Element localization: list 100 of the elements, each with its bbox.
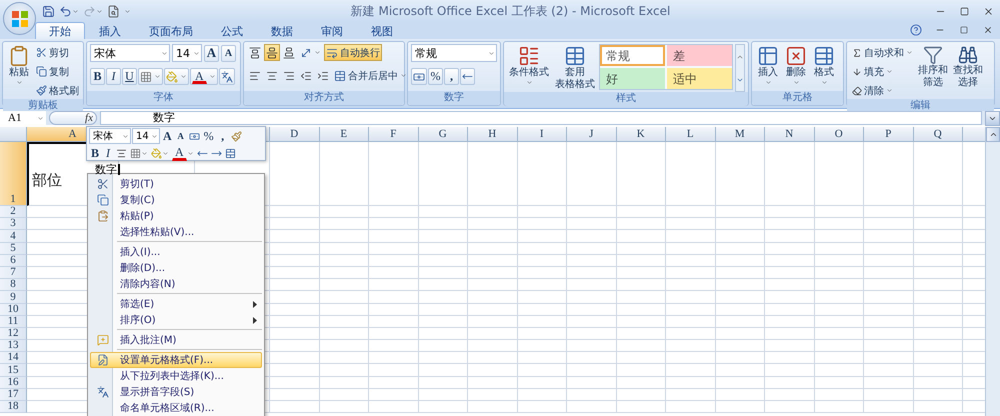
grid-cell[interactable] bbox=[567, 340, 616, 352]
grid-cell[interactable] bbox=[369, 218, 418, 230]
font-name-field[interactable]: 宋体 bbox=[90, 44, 170, 62]
grid-cell[interactable] bbox=[418, 316, 468, 328]
column-header[interactable]: H bbox=[468, 127, 518, 142]
grid-cell[interactable] bbox=[320, 376, 369, 389]
grid-cell[interactable] bbox=[369, 266, 418, 280]
grid-cell[interactable] bbox=[616, 388, 666, 401]
fill-color-button[interactable] bbox=[164, 68, 189, 85]
border-button[interactable] bbox=[138, 68, 163, 85]
grid-cell[interactable] bbox=[270, 218, 320, 230]
grid-cell[interactable] bbox=[914, 142, 963, 206]
grid-cell[interactable] bbox=[914, 304, 963, 316]
grid-cell[interactable] bbox=[518, 242, 567, 255]
grid-cell[interactable] bbox=[666, 388, 716, 401]
column-header[interactable]: N bbox=[765, 127, 814, 142]
cells-button[interactable]: 删除 bbox=[783, 44, 809, 87]
grid-cell[interactable] bbox=[320, 364, 369, 377]
grid-cell[interactable] bbox=[468, 328, 518, 340]
grid-cell[interactable] bbox=[765, 142, 814, 206]
grid-cell[interactable] bbox=[369, 230, 418, 243]
grid-cell[interactable] bbox=[518, 316, 567, 328]
clipboard-button[interactable]: 剪切 bbox=[34, 44, 81, 61]
grid-cell[interactable] bbox=[518, 401, 567, 414]
ribbon-tab[interactable]: 审阅 bbox=[307, 22, 357, 39]
comma-button[interactable]: , bbox=[444, 68, 459, 85]
grid-cell[interactable] bbox=[814, 304, 864, 316]
ribbon-tab[interactable]: 开始 bbox=[35, 22, 85, 39]
grid-cell[interactable] bbox=[468, 242, 518, 255]
grid-cell[interactable] bbox=[716, 218, 765, 230]
grid-cell[interactable] bbox=[814, 376, 864, 389]
ribbon-tab[interactable]: 数据 bbox=[257, 22, 307, 39]
grid-cell[interactable] bbox=[914, 376, 963, 389]
grid-cell[interactable] bbox=[418, 364, 468, 377]
grid-cell[interactable] bbox=[765, 388, 814, 401]
row-header[interactable]: 11 bbox=[0, 316, 27, 328]
column-header[interactable]: D bbox=[270, 127, 320, 142]
comma-button[interactable]: , bbox=[216, 128, 229, 144]
grid-cell[interactable] bbox=[616, 316, 666, 328]
scroll-up-button[interactable] bbox=[986, 127, 1000, 142]
grid-cell[interactable] bbox=[518, 206, 567, 218]
table-format-button[interactable]: 套用 表格格式 bbox=[553, 44, 597, 92]
menu-item[interactable]: 命名单元格区域(R)... bbox=[90, 400, 262, 416]
grid-cell[interactable] bbox=[914, 401, 963, 414]
grid-cell[interactable] bbox=[567, 266, 616, 280]
grid-cell[interactable] bbox=[616, 206, 666, 218]
paste-button[interactable]: 粘贴 bbox=[6, 44, 32, 87]
ribbon-tab[interactable]: 插入 bbox=[85, 22, 135, 39]
formula-input[interactable]: 数字 bbox=[100, 111, 982, 125]
grid-cell[interactable] bbox=[716, 376, 765, 389]
row-header[interactable]: 4 bbox=[0, 230, 27, 243]
grid-cell[interactable] bbox=[666, 328, 716, 340]
grid-cell[interactable] bbox=[518, 254, 567, 267]
grid-cell[interactable] bbox=[369, 242, 418, 255]
grid-cell[interactable] bbox=[716, 352, 765, 364]
formula-tools[interactable]: fx bbox=[49, 111, 97, 125]
grid-cell[interactable] bbox=[320, 316, 369, 328]
vertical-align-button[interactable] bbox=[264, 44, 280, 61]
grid-cell[interactable] bbox=[765, 218, 814, 230]
grid-cell[interactable] bbox=[716, 142, 765, 206]
grid-cell[interactable] bbox=[369, 388, 418, 401]
grid-cell[interactable] bbox=[914, 206, 963, 218]
font-size-field[interactable]: 14 bbox=[172, 44, 202, 62]
grid-cell[interactable] bbox=[616, 254, 666, 267]
grid-cell[interactable] bbox=[320, 254, 369, 267]
find-select-button[interactable]: 查找和 选择 bbox=[951, 44, 985, 90]
grid-cell[interactable] bbox=[716, 401, 765, 414]
row-header[interactable]: 10 bbox=[0, 304, 27, 316]
grid-cell[interactable] bbox=[666, 266, 716, 280]
grid-cell[interactable] bbox=[814, 352, 864, 364]
conditional-format-button[interactable]: 条件格式 bbox=[507, 44, 551, 87]
editing-button[interactable]: 清除 bbox=[850, 82, 915, 99]
grid-cell[interactable] bbox=[369, 142, 418, 206]
grid-cell[interactable] bbox=[468, 364, 518, 377]
grid-cell[interactable] bbox=[567, 364, 616, 377]
grid-cell[interactable] bbox=[270, 376, 320, 389]
row-header[interactable]: 7 bbox=[0, 266, 27, 280]
grid-cell[interactable] bbox=[914, 242, 963, 255]
grid-cell[interactable] bbox=[864, 218, 914, 230]
grid-cell[interactable] bbox=[320, 206, 369, 218]
grid-cell[interactable] bbox=[765, 291, 814, 304]
grid-cell[interactable] bbox=[765, 242, 814, 255]
grid-cell[interactable] bbox=[864, 266, 914, 280]
grid-cell[interactable] bbox=[468, 340, 518, 352]
menu-item[interactable]: 删除(D)... bbox=[90, 260, 262, 276]
grid-cell[interactable] bbox=[666, 254, 716, 267]
grid-cell[interactable] bbox=[270, 266, 320, 280]
row-header[interactable]: 12 bbox=[0, 328, 27, 340]
cells-button[interactable]: 格式 bbox=[811, 44, 837, 87]
percent-button[interactable]: % bbox=[202, 128, 216, 144]
ribbon-tab[interactable]: 页面布局 bbox=[135, 22, 207, 39]
grid-cell[interactable] bbox=[666, 304, 716, 316]
menu-item[interactable]: 清除内容(N) bbox=[90, 276, 262, 292]
grid-cell[interactable] bbox=[418, 388, 468, 401]
grid-cell[interactable] bbox=[814, 242, 864, 255]
row-header[interactable]: 15 bbox=[0, 364, 27, 377]
grid-cell[interactable] bbox=[270, 142, 320, 206]
column-header[interactable]: K bbox=[616, 127, 666, 142]
row-header[interactable]: 3 bbox=[0, 218, 27, 230]
column-header[interactable]: I bbox=[518, 127, 567, 142]
